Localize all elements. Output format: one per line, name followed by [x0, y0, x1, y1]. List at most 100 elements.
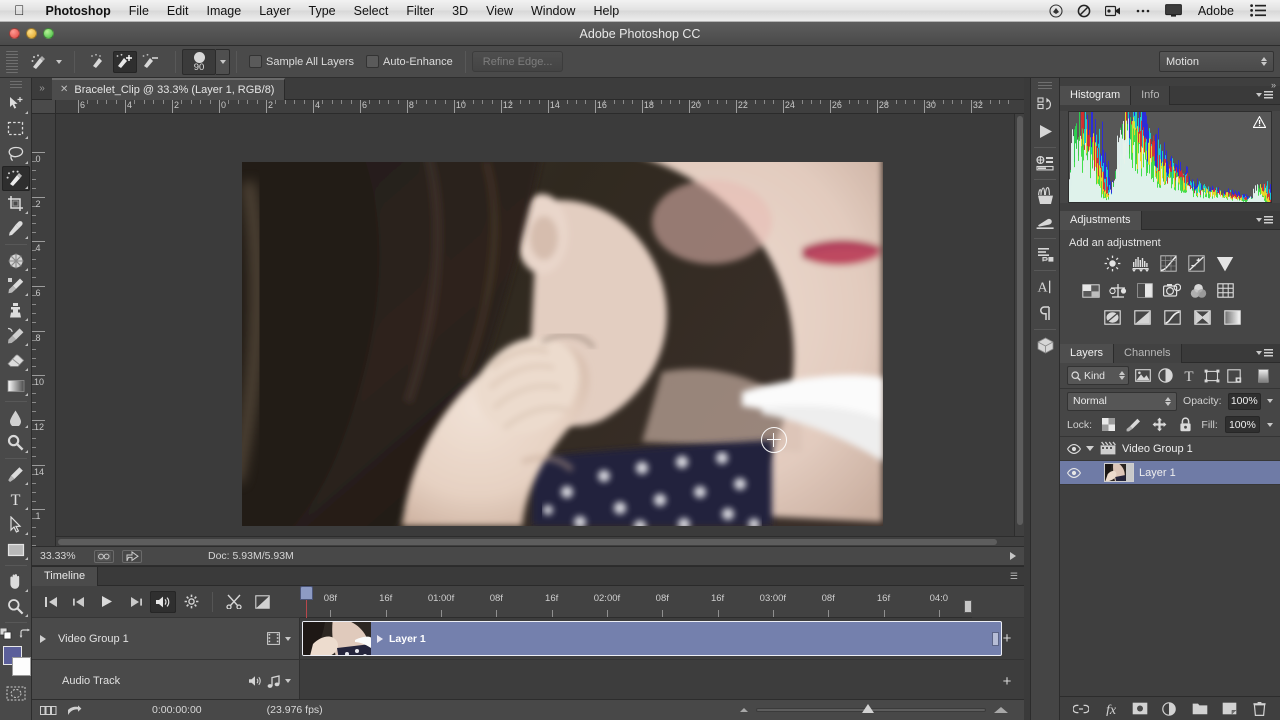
tool-preset-chevron-down-icon[interactable] [56, 59, 62, 64]
preview-toggle-icon[interactable] [94, 549, 114, 563]
new-layer-icon[interactable] [1220, 700, 1238, 718]
exposure-icon[interactable] [1187, 254, 1206, 273]
previous-frame-button[interactable] [66, 591, 92, 613]
options-bar-grip[interactable] [6, 50, 18, 73]
blend-mode-stepper-icon[interactable] [1165, 396, 1172, 406]
menu-image[interactable]: Image [197, 0, 250, 22]
tab-layers[interactable]: Layers [1060, 343, 1115, 363]
selection-subtract-icon[interactable] [139, 51, 163, 73]
color-lookup-icon[interactable] [1216, 281, 1235, 300]
music-note-icon[interactable] [267, 674, 280, 688]
filter-toggle-icon[interactable] [1254, 366, 1273, 385]
menu-select[interactable]: Select [345, 0, 398, 22]
gradient-tool[interactable] [2, 373, 30, 398]
posterize-icon[interactable] [1133, 308, 1152, 327]
brush-presets-icon[interactable] [1032, 209, 1058, 236]
panel-dock-expand-icon[interactable]: » [1271, 80, 1276, 90]
split-clip-button[interactable] [221, 591, 247, 613]
filter-adjustment-icon[interactable] [1156, 366, 1175, 385]
eyedropper-tool[interactable] [2, 216, 30, 241]
lock-position-icon[interactable] [1150, 415, 1169, 434]
hue-saturation-icon[interactable] [1081, 281, 1100, 300]
history-icon[interactable] [1032, 91, 1058, 118]
dock-grip[interactable] [1038, 82, 1052, 89]
filter-shape-icon[interactable] [1202, 366, 1221, 385]
layers-panel-menu-button[interactable] [1256, 349, 1280, 357]
rectangular-marquee-tool[interactable] [2, 116, 30, 141]
eraser-tool[interactable] [2, 348, 30, 373]
layer-filter-kind-select[interactable]: Kind [1067, 366, 1129, 385]
video-track-lane[interactable]: Layer 1 + [300, 618, 1024, 659]
adjustments-panel-menu-button[interactable] [1256, 216, 1280, 224]
status-expand-arrow-icon[interactable] [1010, 552, 1016, 560]
nodrive-icon[interactable] [1071, 4, 1097, 18]
menu-edit[interactable]: Edit [158, 0, 198, 22]
track-menu-chevron-down-icon[interactable] [285, 636, 291, 641]
filter-type-icon[interactable]: T [1179, 366, 1198, 385]
zoom-level[interactable]: 33.33% [40, 550, 86, 562]
spot-healing-brush-tool[interactable] [2, 248, 30, 273]
brush-size-picker[interactable]: 90 [182, 48, 230, 75]
frame-view-icon[interactable] [40, 705, 57, 715]
rectangle-shape-tool[interactable] [2, 537, 30, 562]
layer-item-layer-1[interactable]: Layer 1 [1060, 461, 1280, 485]
audio-menu-chevron-down-icon[interactable] [285, 679, 291, 683]
canvas-viewport[interactable] [56, 114, 1024, 546]
transition-button[interactable] [249, 591, 275, 613]
pen-tool[interactable] [2, 462, 30, 487]
speaker-icon[interactable] [248, 675, 262, 687]
dodge-tool[interactable] [2, 430, 30, 455]
tab-channels[interactable]: Channels [1114, 343, 1182, 363]
lasso-tool[interactable] [2, 141, 30, 166]
zoom-out-icon[interactable] [740, 708, 748, 712]
menu-filter[interactable]: Filter [397, 0, 443, 22]
next-frame-button[interactable] [122, 591, 148, 613]
document-image[interactable] [242, 162, 883, 526]
menu-window[interactable]: Window [522, 0, 584, 22]
document-tab-grip-icon[interactable]: » [37, 82, 47, 96]
layer-visibility-toggle[interactable] [1066, 441, 1081, 456]
histogram-panel-menu-button[interactable] [1256, 91, 1280, 99]
zoom-slider-track[interactable] [756, 704, 986, 713]
character-icon[interactable]: A [1032, 273, 1058, 300]
brush-icon[interactable] [1032, 182, 1058, 209]
lock-all-icon[interactable] [1176, 415, 1195, 434]
path-selection-tool[interactable] [2, 512, 30, 537]
channel-mixer-icon[interactable] [1189, 281, 1208, 300]
fill-chevron-down-icon[interactable] [1267, 422, 1273, 427]
menu-photoshop[interactable]: Photoshop [37, 0, 120, 22]
current-time-display[interactable]: 0:00:00:00 [152, 704, 202, 716]
menu-layer[interactable]: Layer [250, 0, 299, 22]
vibrance-icon[interactable] [1215, 254, 1234, 273]
film-strip-icon[interactable] [267, 632, 280, 645]
dropbox-icon[interactable] [1043, 3, 1069, 18]
timeline-zoom-slider[interactable] [740, 704, 1016, 713]
sample-all-layers-box[interactable] [249, 55, 262, 68]
timeline-collapse-icon[interactable]: ☰ [1010, 571, 1024, 582]
paragraph-icon[interactable] [1032, 300, 1058, 327]
selection-new-icon[interactable] [87, 51, 111, 73]
timeline-ruler[interactable]: 08f 16f 01:00f 08f 16f 02:00f 08f 16f 03:00f 08f 1… [300, 586, 972, 704]
lock-image-pixels-icon[interactable] [1125, 415, 1144, 434]
render-settings-button[interactable] [178, 591, 204, 613]
photo-filter-icon[interactable] [1162, 281, 1181, 300]
tab-adjustments[interactable]: Adjustments [1060, 210, 1142, 230]
tools-panel-grip[interactable] [9, 81, 22, 89]
blend-mode-select[interactable]: Normal [1067, 391, 1178, 411]
opacity-chevron-down-icon[interactable] [1267, 399, 1273, 403]
menu-file[interactable]: File [120, 0, 158, 22]
black-white-icon[interactable] [1135, 281, 1154, 300]
audio-track-lane[interactable]: + [300, 660, 1024, 702]
color-balance-icon[interactable] [1108, 281, 1127, 300]
clone-stamp-tool[interactable] [2, 298, 30, 323]
workspace-selector[interactable]: Motion [1159, 51, 1274, 72]
opacity-value[interactable]: 100% [1227, 392, 1261, 410]
menu-type[interactable]: Type [300, 0, 345, 22]
3d-icon[interactable] [1032, 332, 1058, 359]
track-header-video[interactable]: Video Group 1 [32, 618, 300, 659]
tab-histogram[interactable]: Histogram [1060, 85, 1132, 105]
track-header-audio[interactable]: Audio Track [32, 660, 300, 702]
layer-visibility-toggle[interactable] [1066, 465, 1081, 480]
menu-view[interactable]: View [477, 0, 522, 22]
paragraph-styles-icon[interactable] [1032, 241, 1058, 268]
